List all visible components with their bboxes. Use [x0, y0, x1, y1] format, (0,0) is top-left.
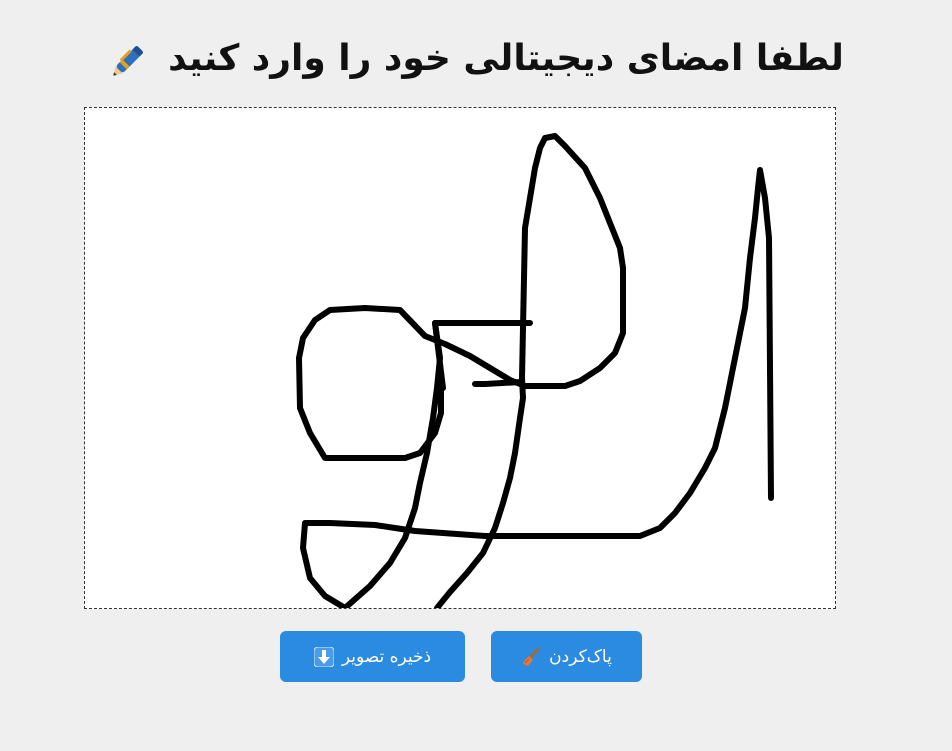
download-arrow-icon	[313, 646, 335, 667]
save-button-label: ذخیره تصویر	[341, 646, 432, 667]
signature-canvas[interactable]	[84, 107, 836, 609]
clear-button-label: پاک‌کردن	[549, 646, 612, 667]
signature-stroke	[296, 133, 774, 608]
clear-button[interactable]: پاک‌کردن	[491, 631, 642, 682]
pen-icon	[108, 35, 154, 81]
header: لطفا امضای دیجیتالی خود را وارد کنید	[0, 30, 952, 86]
page-title: لطفا امضای دیجیتالی خود را وارد کنید	[168, 37, 844, 79]
broom-icon	[521, 647, 541, 667]
save-image-button[interactable]: ذخیره تصویر	[280, 631, 465, 682]
signature-page: لطفا امضای دیجیتالی خود را وارد کنید ذخی…	[0, 0, 952, 751]
